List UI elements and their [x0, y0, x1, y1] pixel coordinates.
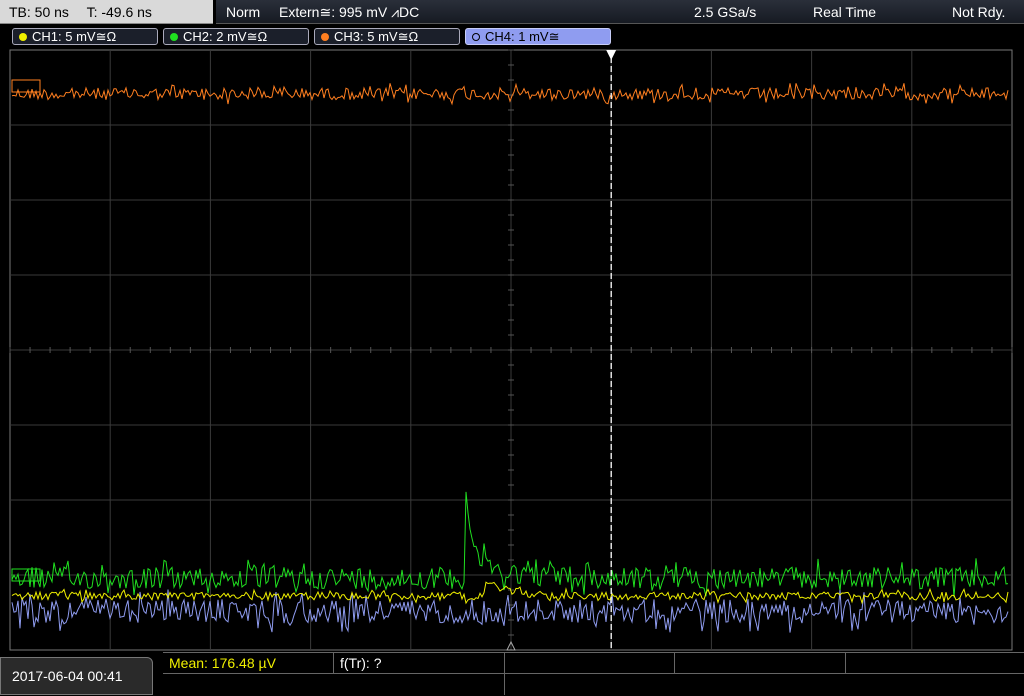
ftr-value: f(Tr): ?	[340, 655, 382, 671]
ch1-color-icon	[19, 33, 27, 41]
channel-2-label: CH2: 2 mV≅Ω	[183, 29, 268, 44]
ftr-measurement[interactable]: f(Tr): ?	[334, 653, 505, 674]
channel-3-label: CH3: 5 mV≅Ω	[334, 29, 419, 44]
date-time-text: 2017-06-04 00:41	[12, 668, 123, 684]
channel-4-tab[interactable]: CH4: 1 mV≅	[465, 28, 611, 45]
trigger-time-value: T: -49.6 ns	[86, 4, 152, 20]
channel-1-label: CH1: 5 mV≅Ω	[32, 29, 117, 44]
measurement-slot-3[interactable]	[505, 653, 675, 674]
measurement-slot-5[interactable]	[846, 653, 1024, 674]
measurement-slot-6[interactable]	[163, 674, 505, 695]
acquisition-mode[interactable]: Real Time	[813, 0, 876, 24]
measurement-slot-4[interactable]	[675, 653, 846, 674]
channel-1-tab[interactable]: CH1: 5 mV≅Ω	[12, 28, 158, 45]
ch3-color-icon	[321, 33, 329, 41]
trigger-source[interactable]: Extern≅: 995 mV ⩘DC	[279, 0, 419, 24]
mean-measurement[interactable]: Mean: 176.48 µV	[163, 653, 334, 674]
measurement-panel: Mean: 176.48 µV f(Tr): ?	[163, 652, 1024, 696]
timebase-value: TB: 50 ns	[9, 4, 69, 20]
ch4-color-icon	[472, 33, 480, 41]
measurement-slot-7[interactable]	[505, 674, 1024, 695]
channel-3-tab[interactable]: CH3: 5 mV≅Ω	[314, 28, 460, 45]
ch2-color-icon	[170, 33, 178, 41]
channel-2-tab[interactable]: CH2: 2 mV≅Ω	[163, 28, 309, 45]
trigger-state: Not Rdy.	[952, 4, 1006, 20]
sample-rate[interactable]: 2.5 GSa/s	[694, 0, 756, 24]
trigger-mode[interactable]: Norm	[226, 0, 260, 24]
timebase-panel[interactable]: TB: 50 ns T: -49.6 ns	[0, 0, 213, 24]
mean-value: Mean: 176.48 µV	[169, 655, 276, 671]
waveform-display[interactable]	[0, 47, 1024, 657]
status-bar: Norm Extern≅: 995 mV ⩘DC 2.5 GSa/s Real …	[216, 0, 1024, 24]
date-time-display: 2017-06-04 00:41	[0, 657, 153, 695]
channel-4-label: CH4: 1 mV≅	[485, 29, 560, 44]
